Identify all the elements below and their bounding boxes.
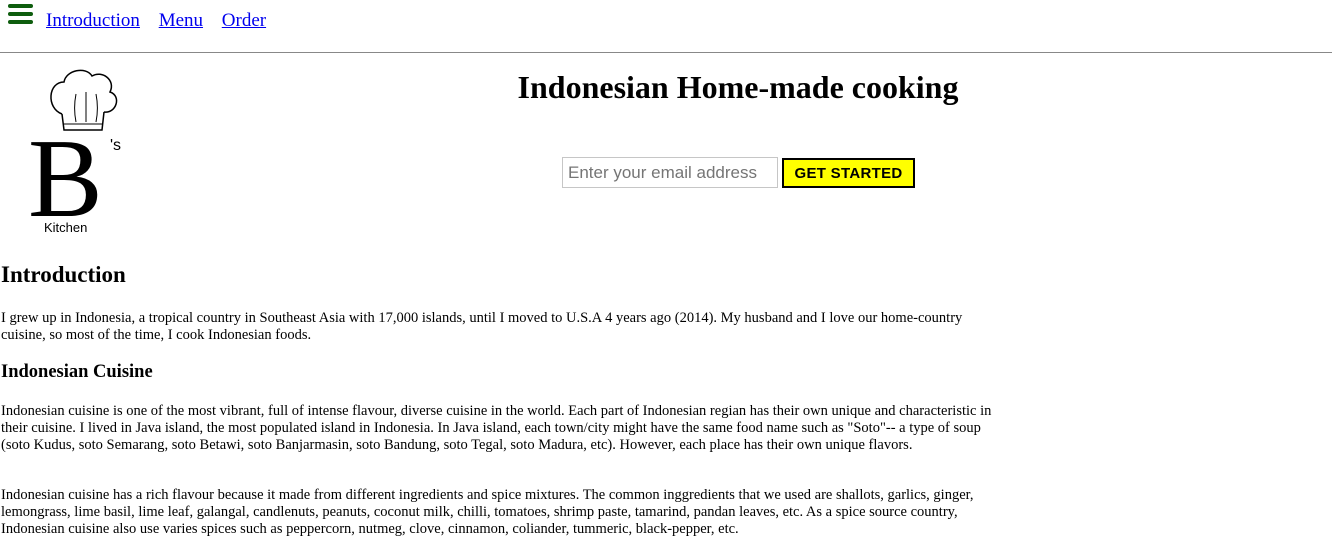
nav-divider xyxy=(0,52,1332,53)
cuisine-paragraph-1: Indonesian cuisine is one of the most vi… xyxy=(1,403,992,453)
intro-paragraph: I grew up in Indonesia, a tropical count… xyxy=(1,310,963,343)
page-title: Indonesian Home-made cooking xyxy=(517,69,959,105)
get-started-button[interactable]: GET STARTED xyxy=(782,158,915,188)
nav-links: Introduction Menu Order xyxy=(46,10,280,32)
logo-caption: Kitchen xyxy=(44,220,87,235)
chef-hat-icon: B 's Kitchen xyxy=(28,69,121,241)
nav-link-menu[interactable]: Menu xyxy=(159,10,203,31)
hamburger-menu-icon[interactable] xyxy=(8,4,33,24)
cuisine-heading: Indonesian Cuisine xyxy=(1,362,153,382)
site-logo: B 's Kitchen xyxy=(24,64,134,241)
email-field[interactable] xyxy=(562,157,778,188)
cuisine-paragraph-2: Indonesian cuisine has a rich flavour be… xyxy=(1,487,974,537)
nav-link-order[interactable]: Order xyxy=(222,10,266,31)
nav-link-introduction[interactable]: Introduction xyxy=(46,10,140,31)
intro-heading: Introduction xyxy=(1,262,126,287)
top-nav: Introduction Menu Order xyxy=(0,0,1332,54)
logo-suffix: 's xyxy=(110,137,121,154)
